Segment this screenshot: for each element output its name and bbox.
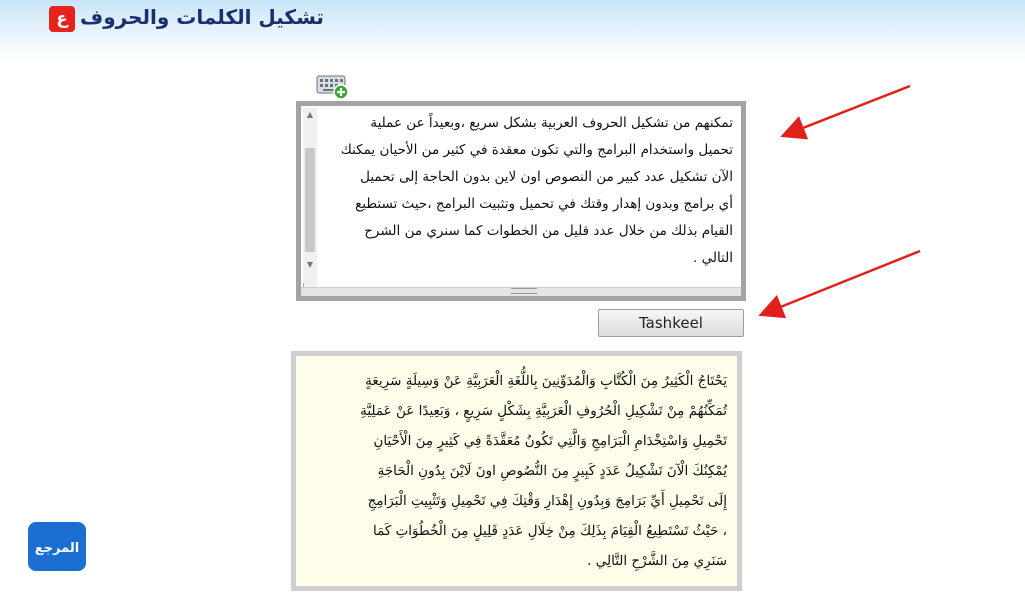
input-text[interactable]: تمكنهم من تشكيل الحروف العربية بشكل سريع… (323, 110, 733, 272)
resize-grip-icon (511, 288, 537, 294)
scroll-up-icon[interactable]: ▲ (303, 108, 317, 122)
output-line: سَنَرِي مِنَ الشَّرْحِ التَّالِي . (587, 553, 727, 569)
tashkeel-button[interactable]: Tashkeel (598, 309, 744, 337)
site-logo-badge: ع (49, 6, 75, 32)
output-panel: يَحْتَاجُ الْكَثِيرُ مِنَ الْكُتَّابِ وَ… (291, 351, 742, 591)
logo-text: المرجع (34, 541, 80, 556)
scroll-down-icon[interactable]: ▼ (303, 258, 317, 272)
input-line: القيام بذلك من خلال عدد قليل من الخطوات … (364, 223, 733, 239)
input-textarea[interactable]: تمكنهم من تشكيل الحروف العربية بشكل سريع… (296, 101, 746, 301)
scroll-thumb[interactable] (305, 148, 315, 252)
textarea-scrollbar[interactable]: ▲ ▼ (303, 108, 317, 290)
page-header: ع تشكيل الكلمات والحروف (0, 0, 1025, 62)
output-line: ، حَيْثُ تَسْتَطِيعُ الْقِيَامَ بِذَلِكَ… (372, 523, 727, 539)
input-line: تمكنهم من تشكيل الحروف العربية بشكل سريع… (370, 115, 733, 131)
input-line: تحميل واستخدام البرامج والتي تكون معقدة … (340, 142, 733, 158)
textarea-resize-handle[interactable] (301, 287, 741, 296)
output-line: إِلَى تَحْمِيلِ أَيِّ بَرَامِجَ وَبِدُون… (367, 493, 727, 509)
output-line: يُمْكِنُكَ الْآنَ تَشْكِيلُ عَدَدٍ كَبِي… (377, 463, 727, 479)
arrow-to-input (780, 84, 911, 140)
input-line: أي برامج وبدون إهدار وقتك في تحميل وتثبي… (355, 196, 733, 212)
arrow-to-button (758, 249, 921, 319)
keyboard-add-icon[interactable] (316, 75, 350, 101)
output-line: تُمَكِّنُهُمْ مِنْ تَشْكِيلِ الْحُرُوفِ … (360, 403, 727, 419)
output-text: يَحْتَاجُ الْكَثِيرُ مِنَ الْكُتَّابِ وَ… (310, 366, 727, 576)
site-title[interactable]: تشكيل الكلمات والحروف (80, 5, 324, 29)
output-line: يَحْتَاجُ الْكَثِيرُ مِنَ الْكُتَّابِ وَ… (365, 373, 727, 389)
input-line: الآن تشكيل عدد كبير من النصوص اون لاين ب… (360, 169, 733, 185)
watermark-logo: المرجع (28, 522, 86, 571)
output-line: تَحْمِيلِ وَاسْتِخْدَامِ الْبَرَامِجِ وَ… (373, 433, 727, 449)
input-line: التالي . (693, 250, 733, 266)
